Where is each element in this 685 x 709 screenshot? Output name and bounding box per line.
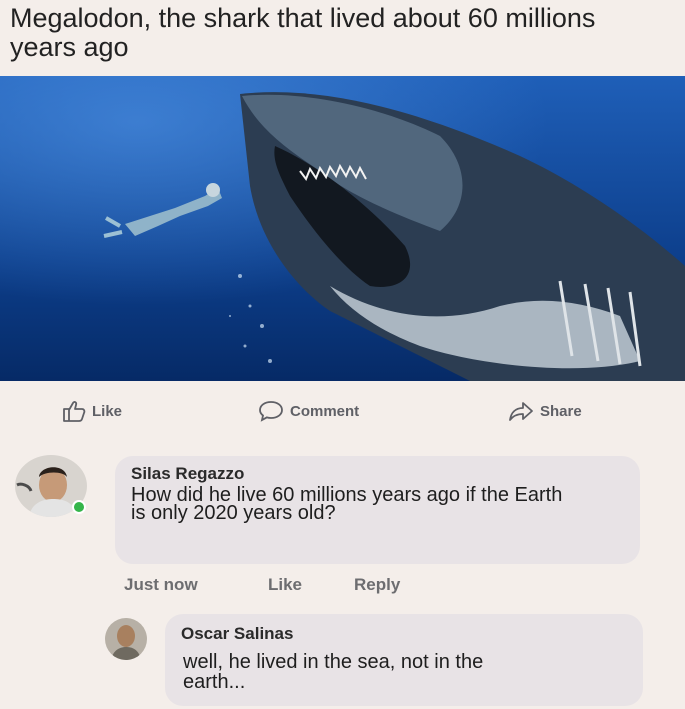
comment-text: How did he live 60 millions years ago if… [131,484,563,524]
comment-like-link[interactable]: Like [268,575,302,595]
post-title: Megalodon, the shark that lived about 60… [10,3,596,62]
post-image[interactable] [0,76,685,381]
online-status-dot [72,500,86,514]
share-button[interactable]: Share [508,400,582,422]
thumbs-up-icon [62,400,86,422]
post-actions-bar: Like Comment Share [0,392,685,432]
shark-photo [0,76,685,381]
like-button[interactable]: Like [62,400,122,422]
avatar[interactable] [105,618,147,660]
speech-bubble-icon [258,400,284,422]
comment-label: Comment [290,402,360,420]
comment-timestamp: Just now [124,575,198,594]
comment-author[interactable]: Silas Regazzo [131,464,244,484]
reply-author[interactable]: Oscar Salinas [181,624,293,644]
comment-button[interactable]: Comment [258,400,359,422]
reply-bubble: Oscar Salinas well, he lived in the sea,… [165,614,643,706]
share-label: Share [540,402,582,420]
like-label: Like [92,402,123,420]
comment-reply-link[interactable]: Reply [354,575,400,595]
reply-text: well, he lived in the sea, not in the ea… [183,651,484,693]
share-arrow-icon [508,400,534,422]
comment-bubble: Silas Regazzo How did he live 60 million… [115,456,640,564]
